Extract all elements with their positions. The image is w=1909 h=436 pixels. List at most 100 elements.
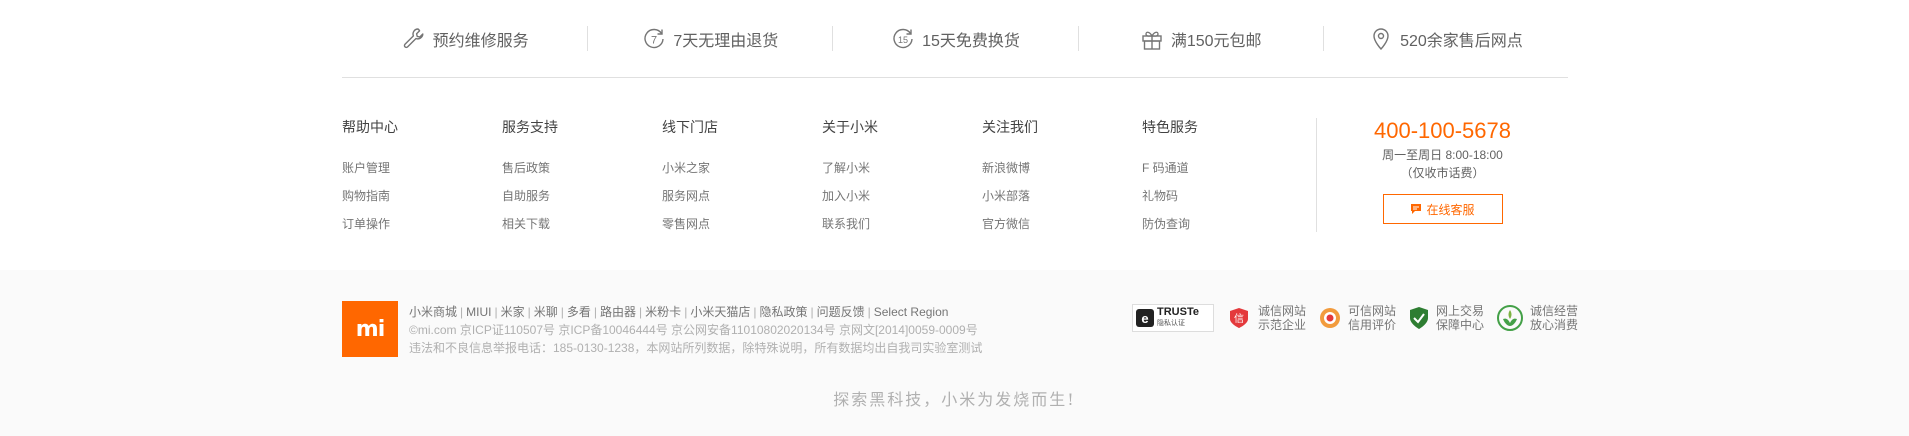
- online-support-button[interactable]: 在线客服: [1382, 194, 1503, 224]
- link-separator: |: [867, 305, 871, 319]
- service-bar: 预约维修服务 7 7天无理由退货 15 15天免费换货 满150元包邮 520余…: [342, 0, 1568, 78]
- fee-note: （仅收市话费）: [1400, 166, 1485, 180]
- link-separator: |: [460, 305, 464, 319]
- site-link[interactable]: 米粉卡: [645, 305, 681, 319]
- online-trade-badge[interactable]: 网上交易 保障中心: [1408, 304, 1484, 332]
- footer-link[interactable]: 服务网点: [662, 189, 822, 203]
- location-pin-icon: [1368, 26, 1394, 52]
- online-support-label: 在线客服: [1426, 202, 1475, 217]
- col-offline-stores: 线下门店 小米之家 服务网点 零售网点: [662, 118, 822, 248]
- col-special-services: 特色服务 F 码通道 礼物码 防伪查询: [1142, 118, 1302, 248]
- contact-panel: 400-100-5678 周一至周日 8:00-18:00 （仅收市话费） 在线…: [1316, 118, 1568, 232]
- svg-text:信: 信: [1234, 313, 1244, 325]
- service-free-shipping[interactable]: 满150元包邮: [1077, 0, 1323, 78]
- link-separator: |: [684, 305, 688, 319]
- truste-title: TRUSTe: [1157, 306, 1199, 318]
- footer-link[interactable]: 新浪微博: [982, 161, 1142, 175]
- truste-badge[interactable]: e TRUSTe 隐私认证: [1132, 304, 1214, 332]
- column-title: 特色服务: [1142, 119, 1198, 135]
- site-link[interactable]: 路由器: [600, 305, 636, 319]
- column-title: 线下门店: [662, 119, 718, 135]
- footer-link[interactable]: 官方微信: [982, 217, 1142, 231]
- trusted-site-badge[interactable]: 可信网站 信用评价: [1318, 304, 1396, 332]
- footer-link[interactable]: 防伪查询: [1142, 217, 1302, 231]
- footer-link[interactable]: 小米部落: [982, 189, 1142, 203]
- footer-link[interactable]: 礼物码: [1142, 189, 1302, 203]
- mi-logo[interactable]: mi: [342, 301, 398, 357]
- service-repair[interactable]: 预约维修服务: [342, 0, 587, 78]
- site-link[interactable]: 多看: [567, 305, 591, 319]
- col-about: 关于小米 了解小米 加入小米 联系我们: [822, 118, 982, 248]
- site-link[interactable]: 问题反馈: [817, 305, 865, 319]
- credit-seal-icon: 信: [1226, 305, 1252, 331]
- logo-text: mi: [355, 316, 385, 342]
- footer-link[interactable]: 售后政策: [502, 161, 662, 175]
- credit-site-badge[interactable]: 信 诚信网站 示范企业: [1226, 304, 1306, 332]
- link-separator: |: [560, 305, 564, 319]
- footer-link[interactable]: F 码通道: [1142, 161, 1302, 175]
- footer-link[interactable]: 账户管理: [342, 161, 502, 175]
- badge-number: 15: [898, 35, 908, 45]
- site-link[interactable]: 米聊: [534, 305, 558, 319]
- service-label: 满150元包邮: [1170, 33, 1262, 50]
- footer-link[interactable]: 小米之家: [662, 161, 822, 175]
- icp-license-text: ©mi.com 京ICP证110507号 京ICP备10046444号 京公网安…: [409, 323, 978, 337]
- link-separator: |: [639, 305, 643, 319]
- column-title: 关注我们: [982, 119, 1038, 135]
- hotline-number: 400-100-5678: [1373, 118, 1511, 143]
- service-hours: 周一至周日 8:00-18:00: [1382, 148, 1503, 162]
- site-link[interactable]: 小米天猫店: [690, 305, 750, 319]
- site-info: 小米商城 | MIUI | 米家 | 米聊 | 多看 | 路由器 | 米粉卡 | 小米天猫店 | 隐私政策 | 问题…: [409, 303, 1109, 357]
- badge-line: 示范企业: [1258, 318, 1307, 332]
- column-title: 关于小米: [822, 119, 878, 135]
- link-separator: |: [810, 305, 814, 319]
- footer-link[interactable]: 加入小米: [822, 189, 982, 203]
- trust-badges: e TRUSTe 隐私认证 信 诚信网站 示范企业 可信网站 信用评价 网上交易 保障中…: [1132, 302, 1590, 334]
- footer-bottom: mi 小米商城 | MIUI | 米家 | 米聊 | 多看 | 路由器 | 米粉卡 | 小米天猫店 | 隐私政策…: [0, 270, 1909, 436]
- wrench-icon: [401, 26, 427, 52]
- badge-line: 信用评价: [1348, 318, 1397, 332]
- service-repair-points[interactable]: 520余家售后网点: [1322, 0, 1568, 78]
- footer-link[interactable]: 自助服务: [502, 189, 662, 203]
- site-link[interactable]: 隐私政策: [759, 305, 807, 319]
- link-separator: |: [593, 305, 598, 319]
- column-title: 帮助中心: [342, 119, 398, 135]
- service-label: 预约维修服务: [432, 33, 529, 50]
- footer-link[interactable]: 零售网点: [662, 217, 822, 231]
- 15-days-exchange-icon: 15: [890, 26, 916, 52]
- badge-line: 网上交易: [1436, 304, 1485, 318]
- truste-icon: e TRUSTe 隐私认证: [1132, 304, 1214, 332]
- online-trade-shield-icon: [1408, 306, 1430, 330]
- col-follow-us: 关注我们 新浪微博 小米部落 官方微信: [982, 118, 1142, 248]
- service-15day-exchange[interactable]: 15 15天免费换货: [832, 0, 1077, 78]
- service-label: 520余家售后网点: [1400, 33, 1523, 50]
- badge-number: 7: [651, 35, 657, 47]
- integrity-business-badge[interactable]: 诚信经营 放心消费: [1496, 304, 1578, 332]
- badge-line: 诚信网站: [1258, 304, 1307, 318]
- chat-bubble-icon: [1411, 204, 1422, 214]
- site-link[interactable]: MIUI: [466, 305, 491, 319]
- service-label: 7天无理由退货: [673, 33, 779, 50]
- footer-link[interactable]: 联系我们: [822, 217, 982, 231]
- footer-link[interactable]: 了解小米: [822, 161, 982, 175]
- footer-link[interactable]: 相关下载: [502, 217, 662, 231]
- footer-link[interactable]: 购物指南: [342, 189, 502, 203]
- site-link[interactable]: 米家: [501, 305, 525, 319]
- select-region-link[interactable]: Select Region: [874, 305, 949, 319]
- trusted-site-icon: [1318, 306, 1342, 330]
- link-separator: |: [494, 305, 498, 319]
- service-7day-return[interactable]: 7 7天无理由退货: [587, 0, 832, 78]
- link-separator: |: [527, 305, 531, 319]
- gift-icon: [1139, 26, 1165, 52]
- report-info-text: 违法和不良信息举报电话：185-0130-1238，本网站所列数据，除特殊说明，…: [409, 341, 983, 355]
- site-link[interactable]: 小米商城: [409, 305, 457, 319]
- col-help-center: 帮助中心 账户管理 购物指南 订单操作: [342, 118, 502, 248]
- column-title: 服务支持: [502, 119, 558, 135]
- footer-link[interactable]: 订单操作: [342, 217, 502, 231]
- integrity-business-icon: [1496, 304, 1524, 332]
- site-links: 小米商城 | MIUI | 米家 | 米聊 | 多看 | 路由器 | 米粉卡 | 小米天猫店 | 隐私政策 | 问题…: [409, 303, 1109, 321]
- footer-link-columns: 帮助中心 账户管理 购物指南 订单操作 服务支持 售后政策 自助服务 相关下载 …: [342, 118, 1322, 248]
- footer-top: 预约维修服务 7 7天无理由退货 15 15天免费换货 满150元包邮 520余…: [0, 0, 1909, 270]
- badge-line: 保障中心: [1436, 318, 1485, 332]
- link-separator: |: [753, 305, 757, 319]
